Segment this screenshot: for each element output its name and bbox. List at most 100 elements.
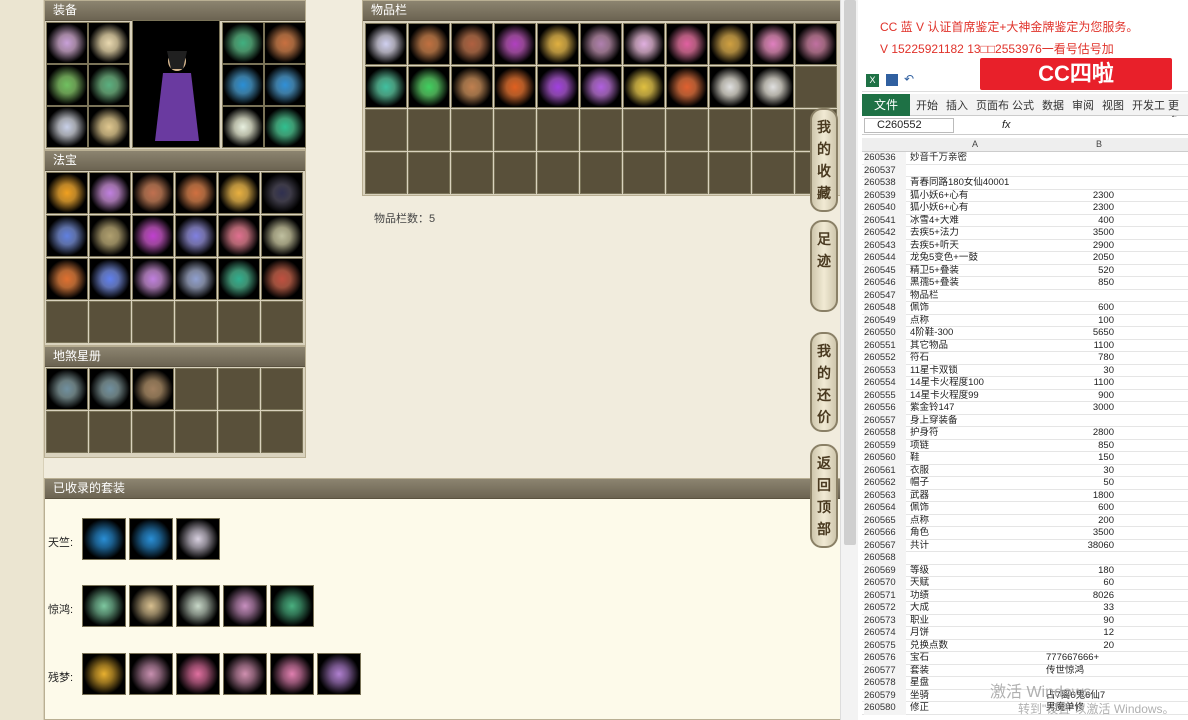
- sheet-row[interactable]: 260550 4阶鞋-300 5650: [862, 327, 1188, 340]
- shenshou-slot[interactable]: [89, 411, 131, 453]
- sheet-row[interactable]: 260538 青春同路180女仙40001: [862, 177, 1188, 190]
- cell-b[interactable]: 850: [1046, 440, 1114, 453]
- item-slot[interactable]: [451, 23, 493, 65]
- row-number[interactable]: 260562: [864, 477, 906, 490]
- suit-item[interactable]: [129, 585, 173, 627]
- cell-b[interactable]: 1100: [1046, 340, 1114, 353]
- cell-b[interactable]: 400: [1046, 215, 1114, 228]
- cell-b[interactable]: 20: [1046, 640, 1114, 653]
- row-number[interactable]: 260556: [864, 402, 906, 415]
- fabao-slot[interactable]: [132, 215, 174, 257]
- cell-b[interactable]: 180: [1046, 565, 1114, 578]
- item-slot[interactable]: [365, 23, 407, 65]
- sheet-row[interactable]: 260554 14星卡火程度100 1100: [862, 377, 1188, 390]
- fabao-slot[interactable]: [132, 258, 174, 300]
- shenshou-slot[interactable]: [132, 411, 174, 453]
- sheet-row[interactable]: 260539 狐小妖6+心有 2300: [862, 189, 1188, 202]
- equip-slot[interactable]: [46, 106, 88, 148]
- item-slot[interactable]: [408, 23, 450, 65]
- cell-b[interactable]: 600: [1046, 302, 1114, 315]
- shenshou-slot[interactable]: [132, 368, 174, 410]
- row-number[interactable]: 260541: [864, 214, 906, 227]
- sheet-row[interactable]: 260546 黑孺5+叠装 850: [862, 277, 1188, 290]
- ribbon-tab[interactable]: 公式: [1012, 97, 1034, 113]
- item-slot[interactable]: [795, 23, 837, 65]
- ribbon-tab[interactable]: 页面布: [976, 97, 1009, 113]
- item-slot[interactable]: [365, 109, 407, 151]
- fabao-slot[interactable]: [46, 258, 88, 300]
- cell-a[interactable]: 青春同路180女仙40001: [910, 177, 1100, 190]
- side-button[interactable]: 我 的 还 价: [810, 332, 838, 432]
- sheet-row[interactable]: 260561 衣服 30: [862, 464, 1188, 477]
- fabao-slot[interactable]: [261, 172, 303, 214]
- equip-slot[interactable]: [264, 106, 306, 148]
- row-number[interactable]: 260575: [864, 639, 906, 652]
- sheet-row[interactable]: 260543 去疾5+听天 2900: [862, 239, 1188, 253]
- sheet-row[interactable]: 260536 妙音千万亲密: [862, 152, 1188, 165]
- row-number[interactable]: 260565: [864, 514, 906, 527]
- page-scrollbar[interactable]: [840, 0, 858, 720]
- cell-b[interactable]: 2900: [1046, 240, 1114, 253]
- cell-a[interactable]: 身上穿装备: [910, 415, 1100, 428]
- row-number[interactable]: 260548: [864, 302, 906, 315]
- row-number[interactable]: 260544: [864, 252, 906, 265]
- item-slot[interactable]: [408, 152, 450, 194]
- fabao-slot[interactable]: [46, 301, 88, 343]
- cell-b[interactable]: 90: [1046, 615, 1114, 628]
- cell-b[interactable]: 200: [1046, 515, 1114, 528]
- item-slot[interactable]: [666, 109, 708, 151]
- item-slot[interactable]: [666, 152, 708, 194]
- sheet-row[interactable]: 260537: [862, 164, 1188, 177]
- row-number[interactable]: 260551: [864, 339, 906, 352]
- row-number[interactable]: 260550: [864, 327, 906, 340]
- sheet-row[interactable]: 260545 精卫5+叠装 520: [862, 264, 1188, 277]
- sheet-row[interactable]: 260551 其它物品 1100: [862, 339, 1188, 353]
- side-button[interactable]: 足 迹: [810, 220, 838, 312]
- suit-item[interactable]: [176, 585, 220, 627]
- shenshou-slot[interactable]: [46, 411, 88, 453]
- side-button[interactable]: 我 的 收 藏: [810, 108, 838, 212]
- sheet-row[interactable]: 260559 项链 850: [862, 439, 1188, 453]
- fabao-slot[interactable]: [89, 301, 131, 343]
- cell-a[interactable]: 物品栏: [910, 290, 1100, 303]
- suit-item[interactable]: [82, 518, 126, 560]
- item-slot[interactable]: [365, 152, 407, 194]
- ribbon-tab[interactable]: 开始: [916, 97, 938, 113]
- item-slot[interactable]: [580, 66, 622, 108]
- sheet-row[interactable]: 260576 宝石 777667666+: [862, 652, 1188, 665]
- cell-b[interactable]: 100: [1046, 315, 1114, 328]
- item-slot[interactable]: [494, 66, 536, 108]
- row-number[interactable]: 260542: [864, 227, 906, 240]
- row-number[interactable]: 260538: [864, 177, 906, 190]
- row-number[interactable]: 260552: [864, 352, 906, 365]
- item-slot[interactable]: [752, 109, 794, 151]
- cell-b[interactable]: 12: [1046, 627, 1114, 640]
- cell-a[interactable]: 妙音千万亲密: [910, 152, 1100, 165]
- fabao-slot[interactable]: [218, 301, 260, 343]
- item-slot[interactable]: [537, 23, 579, 65]
- equip-slot[interactable]: [88, 64, 130, 106]
- fabao-slot[interactable]: [175, 215, 217, 257]
- sheet-row[interactable]: 260553 11星卡双锁 30: [862, 364, 1188, 377]
- equip-slot[interactable]: [264, 64, 306, 106]
- shenshou-slot[interactable]: [175, 411, 217, 453]
- row-number[interactable]: 260573: [864, 614, 906, 627]
- col-header-a[interactable]: A: [972, 139, 978, 149]
- fabao-slot[interactable]: [89, 215, 131, 257]
- cell-b[interactable]: 3500: [1046, 227, 1114, 240]
- row-number[interactable]: 260568: [864, 552, 906, 565]
- sheet-row[interactable]: 260577 套装 传世惊鸿: [862, 664, 1188, 677]
- item-slot[interactable]: [451, 152, 493, 194]
- item-slot[interactable]: [408, 66, 450, 108]
- sheet-row[interactable]: 260542 去疾5+法力 3500: [862, 227, 1188, 240]
- item-slot[interactable]: [494, 23, 536, 65]
- item-slot[interactable]: [623, 109, 665, 151]
- item-slot[interactable]: [709, 66, 751, 108]
- save-icon[interactable]: [886, 74, 898, 86]
- sheet-row[interactable]: 260571 功绩 8026: [862, 589, 1188, 602]
- item-slot[interactable]: [494, 152, 536, 194]
- item-slot[interactable]: [795, 66, 837, 108]
- shenshou-slot[interactable]: [218, 368, 260, 410]
- fabao-slot[interactable]: [261, 215, 303, 257]
- item-slot[interactable]: [623, 66, 665, 108]
